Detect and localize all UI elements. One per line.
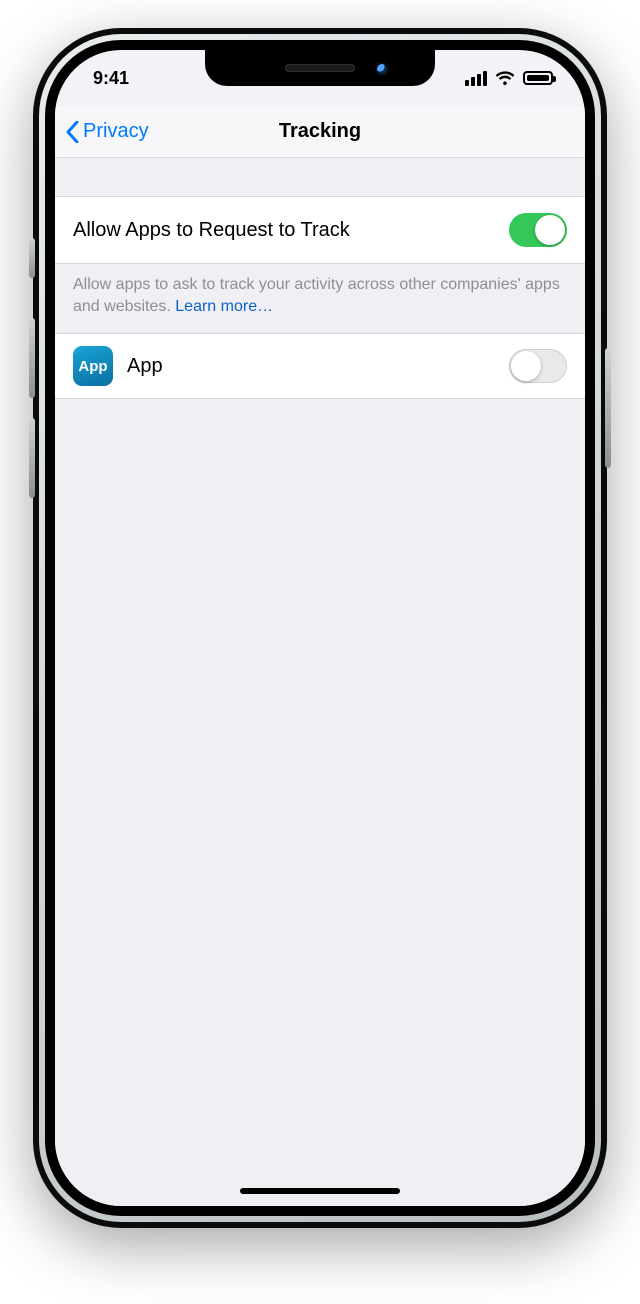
notch [205,50,435,86]
app-icon: App [73,346,113,386]
settings-content: Allow Apps to Request to Track Allow app… [55,158,585,1206]
status-icons [465,70,561,86]
app-name: App [127,355,163,378]
front-camera [375,62,389,76]
tracking-footer-text: Allow apps to ask to track your activity… [73,276,560,315]
nav-bar: Privacy Tracking [55,106,585,158]
chevron-left-icon [65,121,79,143]
back-button[interactable]: Privacy [65,106,149,157]
power-button [605,348,611,468]
volume-down-button [29,418,35,498]
allow-tracking-label: Allow Apps to Request to Track [73,219,350,242]
allow-tracking-row: Allow Apps to Request to Track [55,196,585,264]
status-time: 9:41 [79,68,129,89]
phone-frame: 9:41 [33,28,607,1228]
speaker-grille [285,64,355,72]
volume-up-button [29,318,35,398]
cellular-signal-icon [465,71,487,86]
mute-switch [29,238,35,278]
app-tracking-toggle[interactable] [509,349,567,383]
learn-more-link[interactable]: Learn more… [175,298,273,315]
tracking-footer-note: Allow apps to ask to track your activity… [55,264,585,333]
battery-icon [523,71,553,85]
wifi-icon [495,70,515,86]
app-tracking-row: App App [55,333,585,399]
allow-tracking-toggle[interactable] [509,213,567,247]
screen: 9:41 [55,50,585,1206]
home-indicator[interactable] [240,1188,400,1194]
page-title: Tracking [279,120,361,143]
app-icon-text: App [78,358,107,375]
back-label: Privacy [83,120,149,143]
